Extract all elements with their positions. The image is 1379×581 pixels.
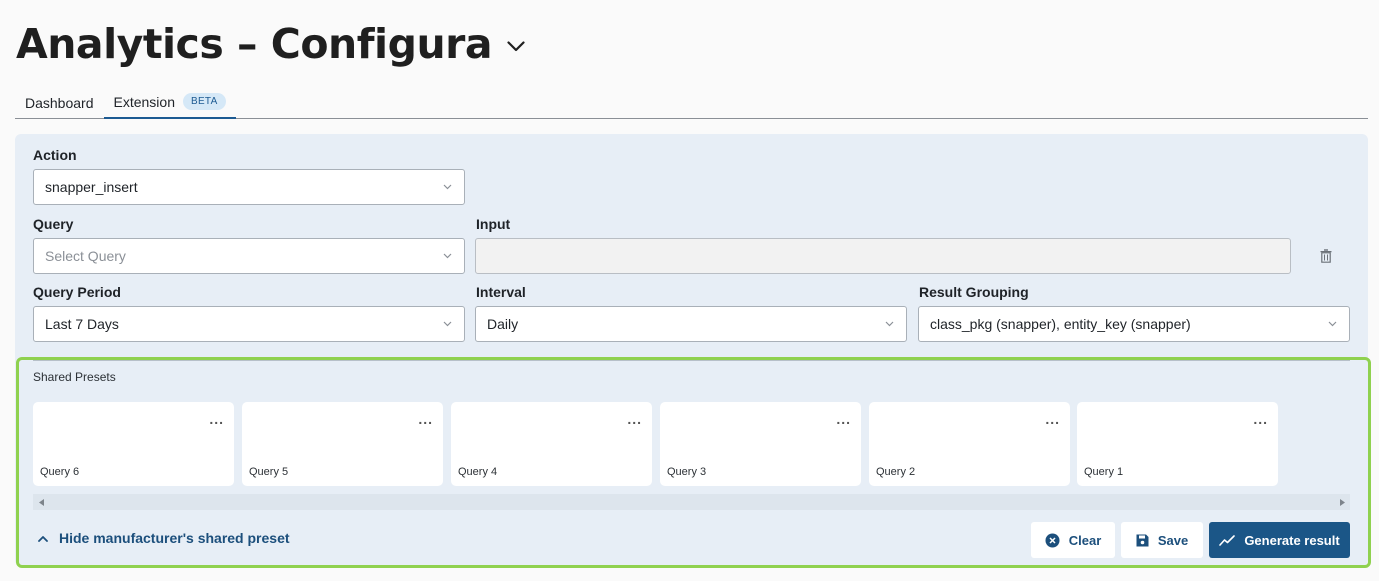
result-grouping-label: Result Grouping bbox=[919, 284, 1029, 300]
trash-icon[interactable] bbox=[1303, 239, 1349, 273]
tab-dashboard[interactable]: Dashboard bbox=[15, 86, 104, 119]
input-field[interactable] bbox=[475, 238, 1291, 274]
action-value: snapper_insert bbox=[45, 179, 138, 195]
chevron-down-icon bbox=[442, 251, 452, 261]
query-period-value: Last 7 Days bbox=[45, 316, 119, 332]
action-label: Action bbox=[33, 147, 77, 163]
tab-label: Dashboard bbox=[25, 94, 94, 111]
tab-extension[interactable]: Extension BETA bbox=[103, 86, 236, 119]
chevron-down-icon bbox=[442, 319, 452, 329]
page-title: Analytics – Configura bbox=[16, 20, 493, 68]
query-period-select[interactable]: Last 7 Days bbox=[33, 306, 465, 342]
query-period-label: Query Period bbox=[33, 284, 121, 300]
interval-label: Interval bbox=[476, 284, 526, 300]
highlight-frame bbox=[16, 357, 1371, 568]
tab-label: Extension bbox=[113, 93, 175, 110]
chevron-down-icon[interactable] bbox=[506, 36, 526, 56]
chevron-down-icon bbox=[1327, 319, 1337, 329]
interval-select[interactable]: Daily bbox=[475, 306, 907, 342]
result-grouping-value: class_pkg (snapper), entity_key (snapper… bbox=[930, 316, 1191, 332]
result-grouping-select[interactable]: class_pkg (snapper), entity_key (snapper… bbox=[918, 306, 1350, 342]
query-label: Query bbox=[33, 216, 74, 232]
query-placeholder: Select Query bbox=[45, 248, 126, 264]
beta-badge: BETA bbox=[182, 93, 226, 110]
query-select[interactable]: Select Query bbox=[33, 238, 465, 274]
tab-bar: Dashboard Extension BETA bbox=[15, 86, 1368, 119]
action-select[interactable]: snapper_insert bbox=[33, 169, 465, 205]
title-row: Analytics – Configura bbox=[16, 18, 526, 70]
interval-value: Daily bbox=[487, 316, 519, 332]
input-label: Input bbox=[476, 216, 511, 232]
chevron-down-icon bbox=[442, 182, 452, 192]
chevron-down-icon bbox=[884, 319, 894, 329]
